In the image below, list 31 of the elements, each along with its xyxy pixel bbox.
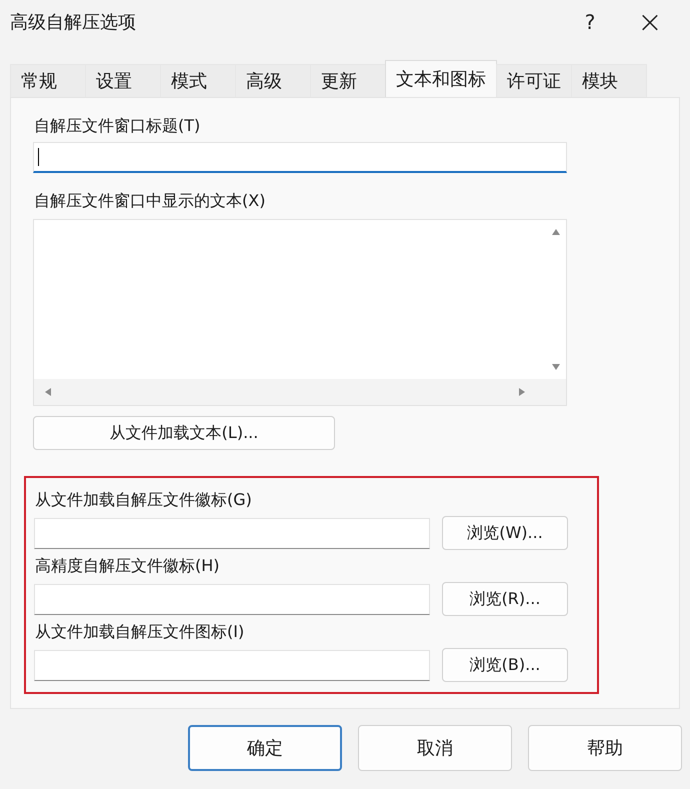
close-button[interactable]: × (620, 2, 680, 42)
scroll-up-arrow-icon[interactable] (551, 228, 561, 236)
tab[interactable]: 高级 (235, 64, 311, 97)
dialog-button[interactable]: 确定 (188, 725, 342, 771)
scroll-right-arrow-icon[interactable] (518, 387, 526, 397)
tab[interactable]: 文本和图标 (385, 60, 497, 97)
help-button[interactable]: ? (560, 2, 620, 42)
tab[interactable]: 许可证 (496, 64, 572, 97)
tab[interactable]: 设置 (85, 64, 161, 97)
tab[interactable]: 模式 (160, 64, 236, 97)
dialog-button[interactable]: 取消 (358, 725, 512, 771)
scroll-left-arrow-icon[interactable] (44, 387, 52, 397)
browse-button[interactable]: 浏览(R)... (442, 582, 568, 616)
field-label: 自解压文件窗口中显示的文本(X) (34, 191, 266, 212)
field-label: 高精度自解压文件徽标(H) (35, 556, 221, 577)
browse-button[interactable]: 浏览(W)... (442, 516, 568, 550)
input-field[interactable] (33, 142, 567, 173)
tab[interactable]: 更新 (310, 64, 386, 97)
scroll-down-arrow-icon[interactable] (551, 363, 561, 371)
tab[interactable]: 模块 (571, 64, 647, 97)
browse-button[interactable]: 浏览(B)... (442, 648, 568, 682)
field-label: 自解压文件窗口标题(T) (34, 116, 202, 137)
input-field[interactable] (34, 518, 430, 548)
window-title: 高级自解压选项 (10, 11, 137, 34)
load-text-button[interactable]: 从文件加载文本(L)... (33, 416, 335, 450)
dialog-button[interactable]: 帮助 (528, 725, 682, 771)
field-label: 从文件加载自解压文件徽标(G) (35, 490, 253, 511)
input-field[interactable] (34, 650, 430, 680)
input-field[interactable] (34, 584, 430, 614)
tab[interactable]: 常规 (10, 64, 86, 97)
field-label: 从文件加载自解压文件图标(I) (35, 622, 246, 643)
